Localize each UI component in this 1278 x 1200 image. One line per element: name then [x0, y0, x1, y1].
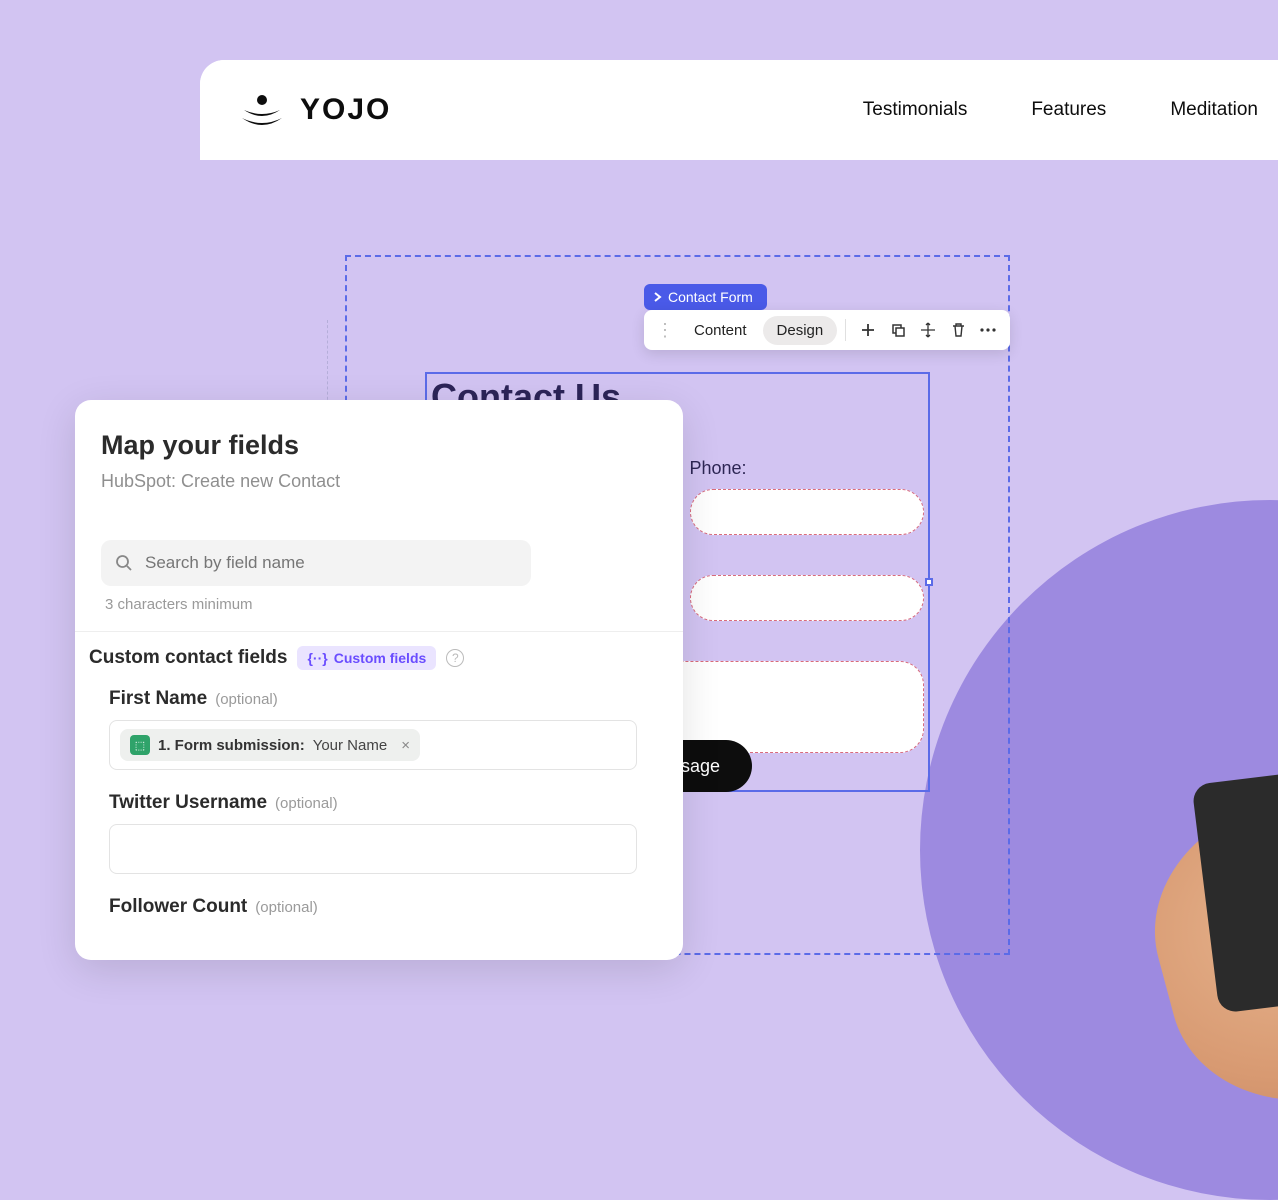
- nav-testimonials[interactable]: Testimonials: [863, 99, 968, 121]
- chevron-right-icon: [654, 292, 662, 302]
- custom-fields-badge[interactable]: {··} Custom fields: [297, 646, 436, 670]
- panel-title: Map your fields: [101, 430, 657, 461]
- resize-handle-right[interactable]: [925, 578, 933, 586]
- plus-icon: [860, 322, 876, 338]
- map-fields-panel: Map your fields HubSpot: Create new Cont…: [75, 400, 683, 960]
- selection-label-text: Contact Form: [668, 289, 753, 305]
- tab-design[interactable]: Design: [763, 316, 838, 345]
- brand-logo[interactable]: YOJO: [240, 88, 391, 132]
- field-follower-count: Follower Count (optional): [109, 896, 637, 918]
- move-icon: [920, 322, 936, 338]
- field-input-first-name[interactable]: ⬚ 1. Form submission: Your Name ×: [109, 720, 637, 770]
- field-optional: (optional): [255, 899, 318, 916]
- input-row2-right[interactable]: [690, 575, 925, 621]
- chip-remove[interactable]: ×: [401, 737, 410, 754]
- field-label: Twitter Username: [109, 792, 267, 814]
- logo-icon: [240, 88, 284, 132]
- section-title: Custom contact fields: [89, 647, 287, 669]
- chip-value: Your Name: [313, 737, 388, 754]
- brackets-icon: {··}: [307, 650, 327, 666]
- element-toolbar: ⋮ Content Design: [644, 310, 1010, 350]
- tab-content[interactable]: Content: [680, 316, 761, 345]
- duplicate-button[interactable]: [884, 316, 912, 344]
- trash-icon: [951, 322, 966, 338]
- search-input[interactable]: [145, 553, 517, 573]
- search-icon: [115, 554, 133, 572]
- badge-label: Custom fields: [334, 650, 427, 666]
- chip-prefix: 1. Form submission:: [158, 737, 305, 754]
- help-icon[interactable]: ?: [446, 649, 464, 667]
- label-phone: Phone:: [690, 458, 925, 479]
- field-label: Follower Count: [109, 896, 247, 918]
- site-header: YOJO Testimonials Features Meditation FA…: [200, 60, 1278, 160]
- field-optional: (optional): [215, 691, 278, 708]
- form-source-icon: ⬚: [130, 735, 150, 755]
- selection-breadcrumb[interactable]: Contact Form: [644, 284, 767, 310]
- copy-icon: [890, 322, 906, 338]
- main-nav: Testimonials Features Meditation FAQ: [863, 99, 1278, 121]
- field-input-twitter[interactable]: [109, 824, 637, 874]
- decor-phone: [1192, 769, 1278, 1013]
- field-first-name: First Name (optional) ⬚ 1. Form submissi…: [109, 688, 637, 770]
- field-label: First Name: [109, 688, 207, 710]
- move-button[interactable]: [914, 316, 942, 344]
- more-button[interactable]: [974, 316, 1002, 344]
- drag-handle-icon[interactable]: ⋮: [652, 320, 678, 341]
- field-optional: (optional): [275, 795, 338, 812]
- delete-button[interactable]: [944, 316, 972, 344]
- alignment-guide: [327, 320, 328, 410]
- field-twitter-username: Twitter Username (optional): [109, 792, 637, 874]
- more-icon: [980, 328, 996, 332]
- field-search[interactable]: [101, 540, 531, 586]
- nav-meditation[interactable]: Meditation: [1170, 99, 1258, 121]
- brand-name: YOJO: [300, 93, 391, 127]
- nav-features[interactable]: Features: [1031, 99, 1106, 121]
- mapping-chip[interactable]: ⬚ 1. Form submission: Your Name ×: [120, 729, 420, 761]
- panel-subtitle: HubSpot: Create new Contact: [101, 471, 657, 492]
- search-hint: 3 characters minimum: [101, 596, 657, 613]
- add-button[interactable]: [854, 316, 882, 344]
- input-phone[interactable]: [690, 489, 925, 535]
- toolbar-separator: [845, 319, 846, 341]
